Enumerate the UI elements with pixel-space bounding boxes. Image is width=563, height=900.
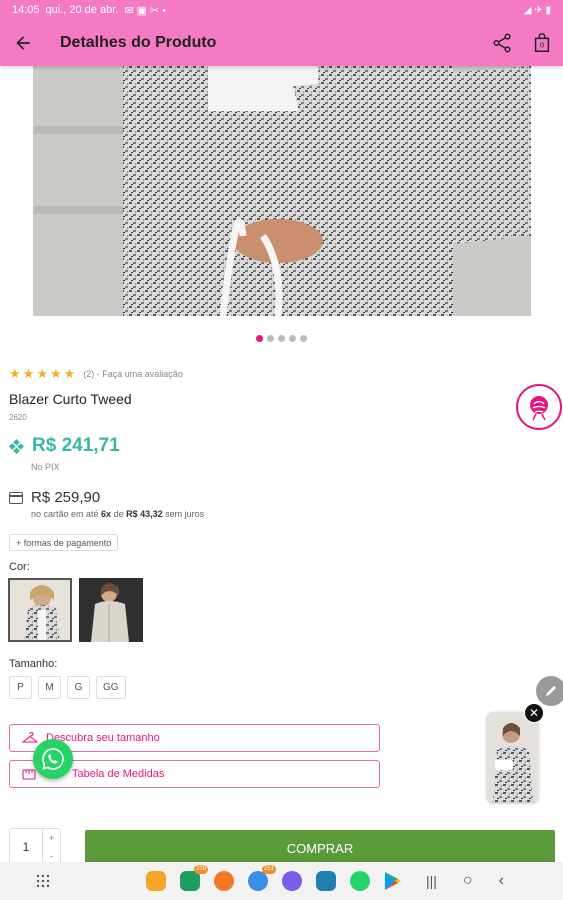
back-button[interactable] (10, 30, 36, 56)
star-icon: ★ (22, 366, 35, 381)
size-option-gg[interactable]: GG (96, 676, 126, 699)
svg-text:0: 0 (540, 41, 545, 50)
shopping-bag-icon[interactable]: 0 (531, 32, 553, 54)
quantity-stepper[interactable]: 1 + - (9, 828, 61, 866)
size-option-p[interactable]: P (9, 676, 32, 699)
dock-app-files-icon[interactable] (146, 871, 166, 891)
edit-button[interactable] (536, 676, 563, 706)
notification-icons: ✉ ▣ ✂ • (124, 4, 167, 17)
product-sku: 2620 (9, 413, 27, 422)
carousel-dot[interactable] (300, 335, 307, 342)
status-bar: 14:05 qui., 20 de abr. ✉ ▣ ✂ • ◢ ✈ ▮ (0, 0, 563, 20)
quantity-value[interactable]: 1 (10, 829, 42, 865)
dock-app-calendar-icon[interactable] (316, 871, 336, 891)
carousel-dot[interactable] (256, 335, 263, 342)
messages-badge: 251 (261, 865, 276, 874)
card-price-row: R$ 259,90 (9, 489, 100, 506)
carousel-dot[interactable] (267, 335, 274, 342)
dock-app-play-store-icon[interactable] (384, 871, 402, 891)
buy-button[interactable]: COMPRAR (85, 830, 555, 866)
carousel-dot[interactable] (289, 335, 296, 342)
color-label: Cor: (9, 561, 30, 573)
dock-app-bixby-icon[interactable] (282, 871, 302, 891)
recents-icon[interactable]: ||| (426, 873, 437, 889)
dock-app-contacts-icon[interactable] (214, 871, 234, 891)
size-option-g[interactable]: G (67, 676, 90, 699)
product-name: Blazer Curto Tweed (9, 391, 132, 407)
installments-suffix: sem juros (162, 509, 205, 519)
star-icon: ★ (49, 366, 62, 381)
share-icon[interactable] (491, 32, 513, 54)
app-drawer-icon[interactable] (36, 874, 50, 888)
rose-icon (523, 391, 555, 423)
carousel-indicator[interactable] (0, 335, 563, 342)
star-icon: ★ (36, 366, 48, 381)
pix-price: R$ 241,71 (32, 435, 120, 456)
size-option-m[interactable]: M (38, 676, 61, 699)
hanger-icon (22, 732, 38, 743)
video-preview[interactable] (487, 712, 538, 802)
app-bar: Detalhes do Produto 0 (0, 20, 563, 66)
status-time: 14:05 (12, 4, 40, 16)
rating-text[interactable]: (2) - Faça uma avaliação (83, 369, 183, 379)
back-nav-icon[interactable]: ‹ (499, 872, 504, 890)
ruler-icon (22, 769, 36, 780)
close-icon: ✕ (528, 706, 540, 720)
carousel-dot[interactable] (278, 335, 285, 342)
product-rating[interactable]: ★ ★ ★ ★ ★ (2) - Faça uma avaliação (9, 367, 183, 380)
installments-count: 6x (101, 509, 112, 519)
credit-card-icon (9, 491, 23, 504)
decrease-quantity-button[interactable]: - (50, 851, 53, 861)
pix-label: No PIX (31, 462, 60, 472)
dock-app-phone-icon[interactable]: 228 (180, 865, 208, 891)
brand-logo[interactable] (516, 384, 562, 430)
product-image[interactable] (33, 66, 531, 316)
phone-badge: 228 (193, 865, 208, 874)
installments-prefix: no cartão em até (31, 509, 102, 519)
pix-icon (9, 438, 24, 454)
size-options: P M G GG (9, 676, 126, 699)
home-icon[interactable]: ○ (463, 872, 473, 890)
card-price: R$ 259,90 (31, 489, 101, 506)
arrow-left-icon (16, 36, 30, 50)
dock-app-messages-icon[interactable]: 251 (248, 865, 276, 891)
star-icon: ★ (63, 366, 76, 381)
installments-mid: de (111, 509, 127, 519)
size-label: Tamanho: (9, 658, 58, 670)
whatsapp-button[interactable] (33, 739, 73, 779)
pix-price-row: R$ 241,71 (9, 435, 120, 457)
page-title: Detalhes do Produto (60, 34, 217, 51)
installment-value: R$ 43,32 (126, 509, 163, 519)
color-swatch-gray[interactable] (8, 578, 72, 642)
dock-app-whatsapp-icon[interactable] (350, 871, 370, 891)
payment-methods-button[interactable]: + formas de pagamento (9, 534, 119, 551)
status-date: qui., 20 de abr. (45, 4, 119, 16)
system-navigation-bar: 228 251 ||| ○ ‹ (0, 862, 563, 900)
increase-quantity-button[interactable]: + (49, 833, 54, 843)
measures-table-label: Tabela de Medidas (72, 768, 165, 780)
status-indicators: ◢ ✈ ▮ (523, 4, 551, 16)
color-swatch-beige[interactable] (79, 578, 143, 642)
close-video-button[interactable]: ✕ (524, 703, 544, 723)
whatsapp-icon (42, 748, 64, 770)
star-icon: ★ (9, 366, 21, 381)
pencil-icon (546, 686, 556, 696)
installments-text: no cartão em até 6x de R$ 43,32 sem juro… (31, 509, 204, 519)
